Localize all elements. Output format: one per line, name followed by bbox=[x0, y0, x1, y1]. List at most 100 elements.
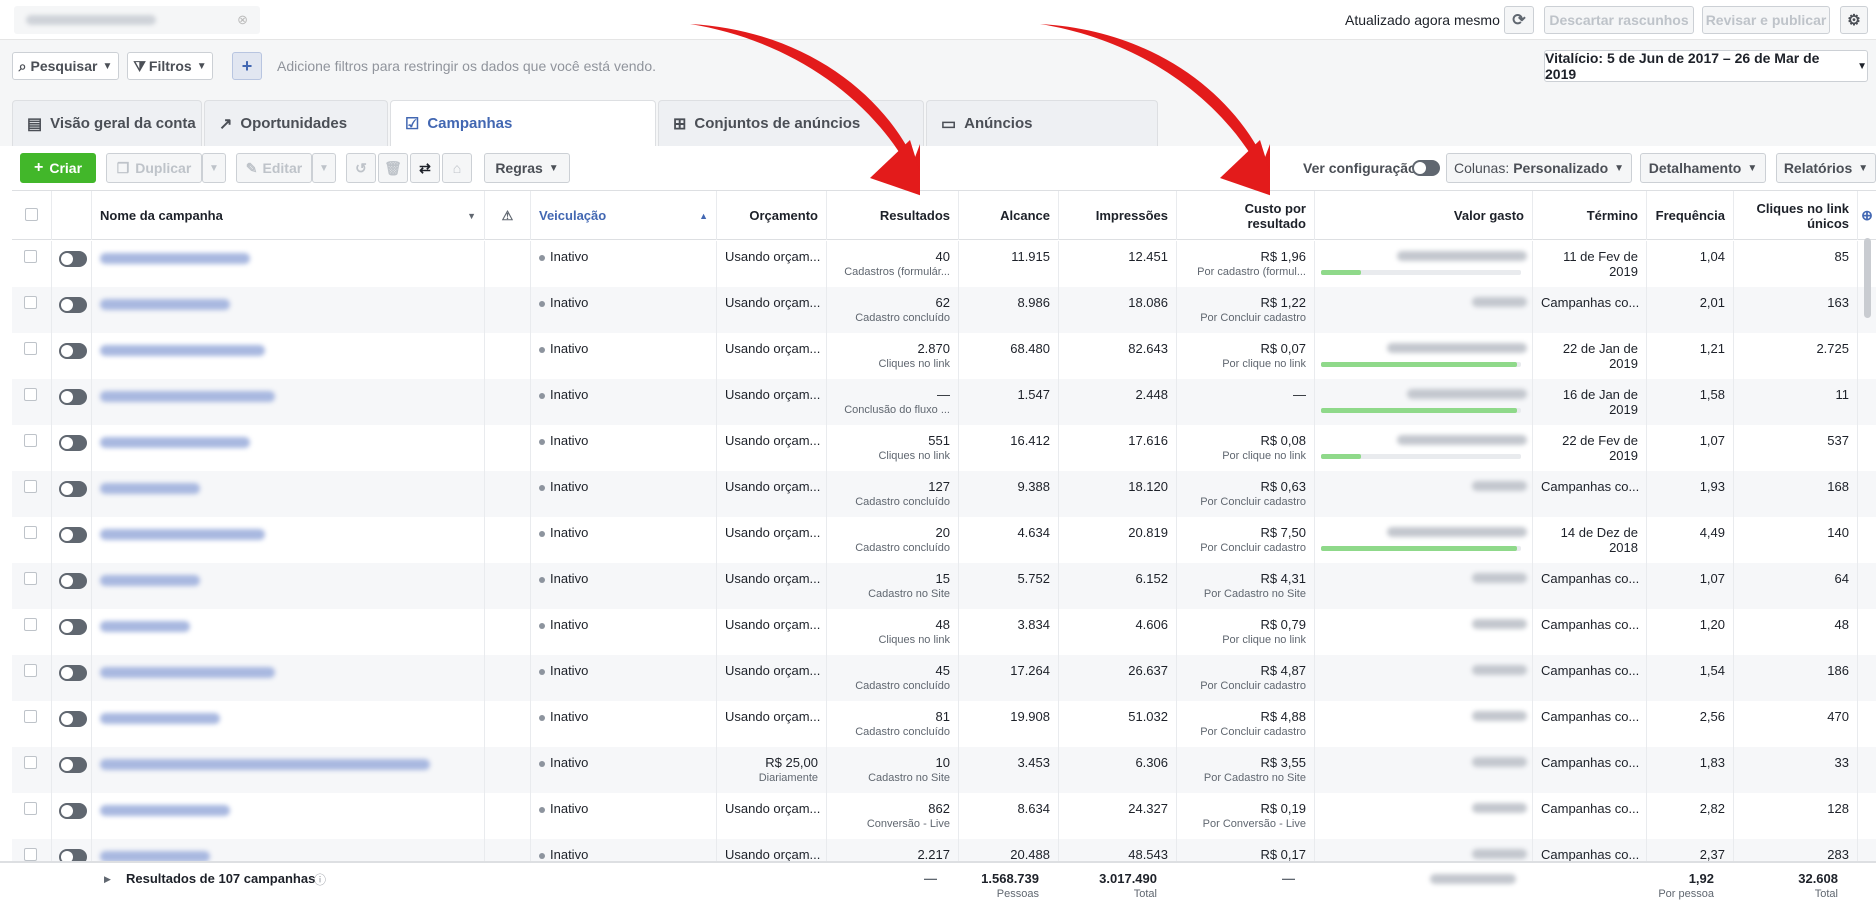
settings-button[interactable]: ⚙ bbox=[1840, 6, 1868, 34]
row-checkbox[interactable] bbox=[24, 342, 37, 355]
campaign-name-cell[interactable] bbox=[92, 655, 485, 701]
row-checkbox[interactable] bbox=[24, 250, 37, 263]
table-row[interactable]: Inativo Usando orçam... 551 Cliques no li… bbox=[12, 425, 1876, 471]
table-row[interactable]: Inativo R$ 25,00 Diariamente 10 Cadastro n… bbox=[12, 747, 1876, 793]
row-checkbox[interactable] bbox=[24, 388, 37, 401]
table-row[interactable]: Inativo Usando orçam... 15 Cadastro no Si… bbox=[12, 563, 1876, 609]
campaign-toggle[interactable] bbox=[59, 251, 87, 267]
results-cell: 81 Cadastro concluído bbox=[827, 701, 959, 747]
search-button[interactable]: ⌕ Pesquisar ▼ bbox=[12, 52, 119, 80]
table-row[interactable]: Inativo Usando orçam... 62 Cadastro concl… bbox=[12, 287, 1876, 333]
campaign-toggle[interactable] bbox=[59, 803, 87, 819]
campaign-name-cell[interactable] bbox=[92, 563, 485, 609]
row-checkbox[interactable] bbox=[24, 664, 37, 677]
campaign-toggle[interactable] bbox=[59, 757, 87, 773]
column-header-results[interactable]: Resultados bbox=[827, 191, 959, 240]
column-header-frequency[interactable]: Frequência bbox=[1647, 191, 1734, 240]
delete-button[interactable]: 🗑 bbox=[378, 153, 408, 183]
columns-dropdown[interactable]: Colunas: Personalizado ▼ bbox=[1446, 153, 1632, 183]
tag-button[interactable]: ⌂ bbox=[442, 153, 472, 183]
campaign-toggle[interactable] bbox=[59, 481, 87, 497]
row-checkbox[interactable] bbox=[24, 526, 37, 539]
campaign-name-cell[interactable] bbox=[92, 379, 485, 425]
campaign-toggle[interactable] bbox=[59, 297, 87, 313]
table-row[interactable]: Inativo Usando orçam... 48 Cliques no lin… bbox=[12, 609, 1876, 655]
tab-opportunities[interactable]: ↗ Oportunidades bbox=[204, 100, 388, 146]
table-row[interactable]: Inativo Usando orçam... 40 Cadastros (for… bbox=[12, 241, 1876, 287]
campaign-toggle[interactable] bbox=[59, 527, 87, 543]
column-header-impressions[interactable]: Impressões bbox=[1059, 191, 1177, 240]
select-all-checkbox[interactable] bbox=[25, 208, 38, 221]
edit-button[interactable]: ✎ Editar bbox=[236, 153, 312, 183]
campaign-name-cell[interactable] bbox=[92, 747, 485, 793]
row-checkbox[interactable] bbox=[24, 618, 37, 631]
table-row[interactable]: Inativo Usando orçam... 45 Cadastro concl… bbox=[12, 655, 1876, 701]
column-header-budget[interactable]: Orçamento bbox=[717, 191, 827, 240]
campaign-name-cell[interactable] bbox=[92, 287, 485, 333]
column-header-cost-per-result[interactable]: Custo por resultado bbox=[1177, 191, 1315, 240]
add-column-button[interactable]: ⊕ bbox=[1858, 191, 1876, 240]
refresh-button[interactable]: ⟳ bbox=[1504, 6, 1534, 34]
campaign-toggle[interactable] bbox=[59, 665, 87, 681]
duplicate-dropdown[interactable]: ▼ bbox=[202, 153, 226, 183]
column-header-end[interactable]: Término bbox=[1533, 191, 1647, 240]
row-checkbox[interactable] bbox=[24, 848, 37, 861]
campaign-toggle[interactable] bbox=[59, 619, 87, 635]
campaign-name-cell[interactable] bbox=[92, 793, 485, 839]
row-checkbox[interactable] bbox=[24, 756, 37, 769]
campaign-name-cell[interactable] bbox=[92, 701, 485, 747]
campaign-toggle[interactable] bbox=[59, 343, 87, 359]
view-settings-toggle[interactable] bbox=[1412, 160, 1440, 176]
campaign-name-cell[interactable] bbox=[92, 517, 485, 563]
discard-drafts-button[interactable]: Descartar rascunhos bbox=[1544, 6, 1694, 34]
ab-test-button[interactable]: ⇄ bbox=[410, 153, 440, 183]
row-checkbox[interactable] bbox=[24, 480, 37, 493]
column-header-amount-spent[interactable]: Valor gasto bbox=[1315, 191, 1533, 240]
filters-button[interactable]: ⧩ Filtros ▼ bbox=[127, 52, 213, 80]
table-row[interactable]: Inativo Usando orçam... — Conclusão do fl… bbox=[12, 379, 1876, 425]
duplicate-button[interactable]: ❐ Duplicar bbox=[106, 153, 202, 183]
edit-dropdown[interactable]: ▼ bbox=[312, 153, 336, 183]
campaign-name-cell[interactable] bbox=[92, 241, 485, 287]
column-header-unique-link-clicks[interactable]: Cliques no link únicos bbox=[1734, 191, 1858, 240]
date-range-picker[interactable]: Vitalício: 5 de Jun de 2017 – 26 de Mar … bbox=[1544, 50, 1868, 82]
tab-account-overview[interactable]: ▤ Visão geral da conta bbox=[12, 100, 202, 146]
column-header-warning[interactable]: ⚠ bbox=[485, 191, 531, 240]
campaign-name-cell[interactable] bbox=[92, 333, 485, 379]
campaign-toggle[interactable] bbox=[59, 711, 87, 727]
rules-button[interactable]: Regras ▼ bbox=[484, 153, 570, 183]
table-row[interactable]: Inativo Usando orçam... 2.870 Cliques no … bbox=[12, 333, 1876, 379]
row-checkbox[interactable] bbox=[24, 434, 37, 447]
row-checkbox[interactable] bbox=[24, 572, 37, 585]
account-selector[interactable]: ⊗ bbox=[14, 6, 260, 34]
tab-ads[interactable]: ▭ Anúncios bbox=[926, 100, 1158, 146]
reports-dropdown[interactable]: Relatórios ▼ bbox=[1776, 153, 1876, 183]
table-row[interactable]: Inativo Usando orçam... 20 Cadastro concl… bbox=[12, 517, 1876, 563]
table-row[interactable]: Inativo Usando orçam... 127 Cadastro conc… bbox=[12, 471, 1876, 517]
breakdown-dropdown[interactable]: Detalhamento ▼ bbox=[1640, 153, 1766, 183]
tab-ad-sets[interactable]: ⊞ Conjuntos de anúncios bbox=[658, 100, 924, 146]
vertical-scrollbar[interactable] bbox=[1864, 238, 1871, 318]
clear-icon[interactable]: ⊗ bbox=[237, 12, 248, 28]
review-publish-button[interactable]: Revisar e publicar bbox=[1702, 6, 1830, 34]
expand-icon[interactable]: ▶ bbox=[104, 874, 111, 885]
undo-button[interactable]: ↺ bbox=[346, 153, 376, 183]
column-header-reach[interactable]: Alcance bbox=[959, 191, 1059, 240]
create-button[interactable]: + Criar bbox=[20, 153, 96, 183]
table-row[interactable]: Inativo Usando orçam... 81 Cadastro concl… bbox=[12, 701, 1876, 747]
campaign-name-cell[interactable] bbox=[92, 425, 485, 471]
campaign-toggle[interactable] bbox=[59, 389, 87, 405]
row-checkbox[interactable] bbox=[24, 802, 37, 815]
add-filter-button[interactable]: + bbox=[232, 52, 262, 80]
campaign-name-cell[interactable] bbox=[92, 609, 485, 655]
row-checkbox[interactable] bbox=[24, 296, 37, 309]
column-header-name[interactable]: Nome da campanha ▼ bbox=[92, 191, 485, 240]
row-checkbox[interactable] bbox=[24, 710, 37, 723]
campaign-toggle[interactable] bbox=[59, 573, 87, 589]
campaign-toggle[interactable] bbox=[59, 435, 87, 451]
tab-campaigns[interactable]: ☑ Campanhas bbox=[390, 100, 656, 146]
column-header-delivery[interactable]: Veiculação ▲ bbox=[531, 191, 717, 240]
campaign-name-cell[interactable] bbox=[92, 471, 485, 517]
table-row[interactable]: Inativo Usando orçam... 862 Conversão - L… bbox=[12, 793, 1876, 839]
chevron-down-icon[interactable]: ▼ bbox=[467, 211, 476, 221]
